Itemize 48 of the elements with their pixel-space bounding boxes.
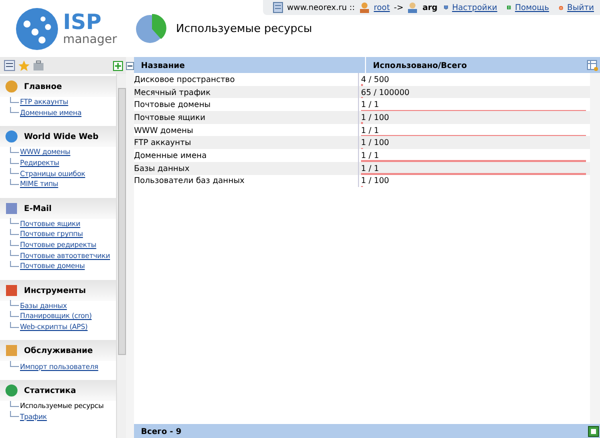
table-cell-text: 65 / 100000 (361, 88, 410, 97)
logo-subtitle: manager (63, 33, 117, 45)
top-link[interactable]: Настройки (452, 3, 498, 12)
table-cell-text: 1 / 100 (361, 112, 390, 122)
top-link[interactable]: Помощь (514, 3, 550, 12)
table-cell-text: 1 / 1 (361, 100, 380, 110)
table-cell-text: 1 / 1 (361, 150, 380, 160)
collapse-icon[interactable] (126, 61, 134, 71)
scrollbar[interactable] (590, 73, 600, 424)
table-cell-text: 1 / 1 (361, 164, 380, 173)
table-cell-text: Базы данных (134, 164, 190, 173)
table-settings-icon[interactable] (587, 60, 598, 70)
section-header[interactable]: Главное (0, 76, 116, 97)
list-icon[interactable] (4, 60, 15, 71)
table-cell-text: Месячный трафик (134, 88, 212, 97)
server-icon (273, 2, 283, 13)
briefcase-icon[interactable] (33, 60, 44, 71)
user-link[interactable]: root (374, 3, 390, 12)
arrow-label: -> (394, 3, 404, 12)
table-cell-text: Почтовые ящики (134, 112, 206, 122)
pie-chart-icon (135, 12, 167, 46)
table-cell-text: FTP аккаунты (134, 138, 192, 148)
table-cell-text: 1 / 100 (361, 176, 390, 186)
table-cell-text: 1 / 100 (361, 138, 390, 148)
host-label: www.neorex.ru :: (287, 3, 355, 12)
logo-icon (15, 6, 59, 50)
section-header[interactable]: Обслуживание (0, 340, 116, 362)
scrollbar[interactable] (116, 74, 126, 438)
section-header[interactable]: Инструменты (0, 280, 116, 301)
section-header[interactable]: World Wide Web (0, 126, 116, 148)
table-cell-text: 1 / 1 (361, 126, 380, 135)
column-header[interactable]: Название (134, 60, 365, 70)
table-cell-text: WWW домены (134, 126, 194, 135)
table-cell-text: 4 / 500 (361, 74, 390, 84)
table-cell-text: Пользователи баз данных (134, 176, 246, 186)
star-icon[interactable] (18, 60, 30, 72)
page-title: Используемые ресурсы (176, 22, 312, 35)
user-icon (358, 2, 370, 13)
section-header[interactable]: Статистика (0, 380, 116, 401)
logo-brand: ISP (63, 12, 102, 33)
table-cell-text: Дисковое пространство (134, 74, 236, 84)
table-cell-text: Почтовые домены (134, 100, 212, 110)
table-cell-text: Доменные имена (134, 150, 208, 160)
section-header[interactable]: E-Mail (0, 198, 116, 219)
user-icon (407, 2, 418, 13)
target-user: arg (422, 3, 438, 12)
top-link[interactable]: Выйти (567, 3, 594, 12)
total-count: Всего - 9 (141, 426, 182, 436)
